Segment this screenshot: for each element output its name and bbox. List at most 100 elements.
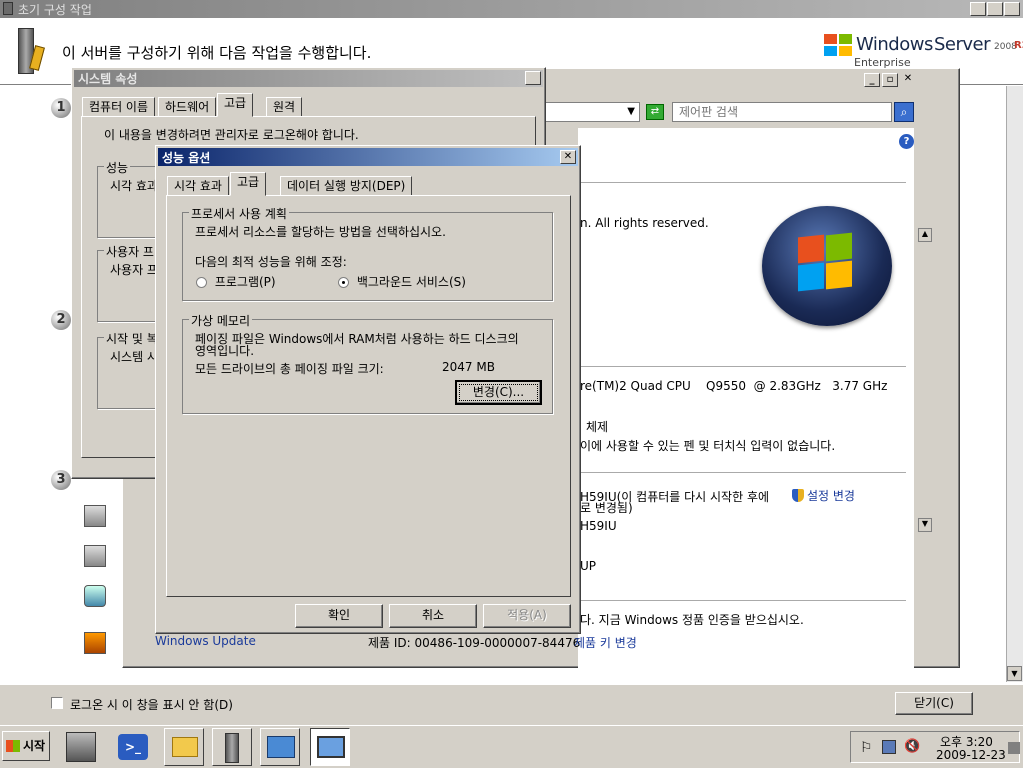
brand-server: Server [934,34,991,55]
system-content [578,128,914,668]
system-minimize-button[interactable]: _ [864,73,880,87]
user-profile-group-label: 사용자 프 [104,243,156,260]
virtual-memory-desc-2: 영역입니다. [195,344,255,358]
dont-show-checkbox[interactable] [51,697,63,709]
sysprops-titlebar[interactable]: 시스템 속성 ✕ [74,70,543,87]
activation-text: 다. 지금 Windows 정품 인증을 받으십시오. [580,613,804,627]
start-windows-icon [6,740,20,752]
search-icon[interactable]: ⌕ [894,102,914,122]
tab-perf-advanced[interactable]: 고급 [230,172,267,196]
scrollbar-up[interactable]: ▲ [918,228,932,242]
network-icon[interactable] [882,740,896,754]
perf-titlebar[interactable]: 성능 옵션 ✕ [158,148,578,166]
performance-group-label: 성능 [104,159,131,176]
radio-programs-circle[interactable] [196,277,207,288]
quick-launch-server-manager-icon[interactable] [66,732,96,762]
system-type-text: 체제 [586,420,609,434]
divider [578,182,906,183]
system-maximize-button[interactable]: ▫ [882,73,898,87]
flag-icon[interactable]: ⚐ [860,740,873,756]
perf-close-button[interactable]: ✕ [560,150,576,164]
task-firewall-icon[interactable] [84,632,106,654]
tab-advanced[interactable]: 고급 [217,93,254,117]
system-close-button[interactable]: ✕ [900,73,916,87]
address-bar[interactable]: ▼ [540,102,640,122]
tab-remote[interactable]: 원격 [266,97,303,117]
processor-scheduling-label: 프로세서 사용 계획 [189,205,289,222]
shield-icon [792,489,804,502]
taskbar-initial-config-button[interactable] [212,728,252,766]
sysprops-close-button[interactable]: ✕ [525,71,541,85]
radio-programs[interactable]: 프로그램(P) [196,273,276,290]
scrollbar-down[interactable]: ▼ [918,518,932,532]
step-number-3: 3 [51,470,71,490]
windows-update-link[interactable]: Windows Update [155,634,256,648]
task-remote-desktop-icon[interactable] [84,585,106,607]
taskbar-control-panel-button[interactable] [260,728,300,766]
step-number-2: 2 [51,310,71,330]
brand-r2: R2 [1014,40,1023,51]
quick-launch-powershell-icon[interactable]: >_ [118,734,148,760]
task-add-roles-icon[interactable] [84,505,106,527]
start-label: 시작 [23,739,46,753]
ok-button[interactable]: 확인 [295,604,383,628]
server-tools-icon [225,733,239,763]
taskbar-explorer-button[interactable] [164,728,204,766]
radio-background-label: 백그라운드 서비스(S) [356,275,466,289]
start-button[interactable]: 시작 [2,731,50,761]
change-settings-link[interactable]: 설정 변경 [807,487,855,504]
full-name-text: H59IU [580,519,617,533]
perf-title: 성능 옵션 [162,151,211,165]
change-virtual-memory-button[interactable]: 변경(C)... [455,380,542,405]
dont-show-label: 로그온 시 이 창을 표시 안 함(D) [70,698,233,712]
main-title-bar[interactable]: 초기 구성 작업 _ ▫ ✕ [0,0,1023,18]
tab-computer-name[interactable]: 컴퓨터 이름 [82,97,156,117]
copyright-text: n. All rights reserved. [580,216,709,230]
total-paging-value: 2047 MB [442,360,495,374]
radio-background-circle[interactable] [338,277,349,288]
help-icon[interactable]: ? [899,134,914,149]
sysprops-title: 시스템 속성 [78,72,138,86]
user-profile-group-text: 사용자 프 [110,263,158,277]
close-button[interactable]: ✕ [1004,2,1020,16]
control-panel-icon [267,736,295,758]
divider [578,366,906,367]
folder-icon [172,737,198,757]
product-id-text: 제품 ID: 00486-109-0000007-84476 [368,636,581,650]
tab-dep[interactable]: 데이터 실행 방지(DEP) [280,176,413,196]
clock-date[interactable]: 2009-12-23 [936,748,1006,762]
volume-muted-icon[interactable]: 🔇 [904,739,920,754]
side-scroll-down[interactable]: ▼ [1007,666,1022,681]
performance-group-text: 시각 효과 [110,179,158,193]
computer-name-text-2: 로 변경됨) [580,501,633,515]
radio-background-services[interactable]: 백그라운드 서비스(S) [338,273,466,290]
server-tools-icon [14,28,45,74]
computer-icon [317,736,345,758]
taskbar-scroll-corner [1008,742,1020,754]
startup-recovery-group-label: 시작 및 복 [104,330,160,347]
cpu-text: re(TM)2 Quad CPU Q9550 @ 2.83GHz 3.77 GH… [580,379,888,393]
total-paging-label: 모든 드라이브의 총 페이징 파일 크기: [195,362,384,376]
main-title: 초기 구성 작업 [18,3,92,17]
tab-visual-effects[interactable]: 시각 효과 [167,176,229,196]
startup-recovery-group-text: 시스템 시 [110,350,158,364]
windows-orb-logo [762,206,892,326]
task-add-features-icon[interactable] [84,545,106,567]
taskbar-system-button[interactable] [310,728,350,766]
refresh-icon[interactable]: ⇄ [646,104,664,120]
maximize-button[interactable]: ▫ [987,2,1003,16]
workgroup-text: UP [580,559,597,573]
search-input[interactable] [672,102,892,122]
apply-button[interactable]: 적용(A) [483,604,571,628]
radio-programs-label: 프로그램(P) [214,275,276,289]
cancel-button[interactable]: 취소 [389,604,477,628]
pen-touch-text: 이에 사용할 수 있는 펜 및 터치식 입력이 없습니다. [580,439,836,453]
minimize-button[interactable]: _ [970,2,986,16]
processor-scheduling-desc: 프로세서 리소스를 할당하는 방법을 선택하십시오. [195,225,446,239]
side-scroll-right [1006,86,1023,682]
tab-hardware[interactable]: 하드웨어 [158,97,217,117]
divider [578,600,906,601]
change-product-key-link[interactable]: 제품 키 변경 [574,634,637,651]
adjust-for-label: 다음의 최적 성능을 위해 조정: [195,255,347,269]
close-main-button[interactable]: 닫기(C) [895,692,973,715]
